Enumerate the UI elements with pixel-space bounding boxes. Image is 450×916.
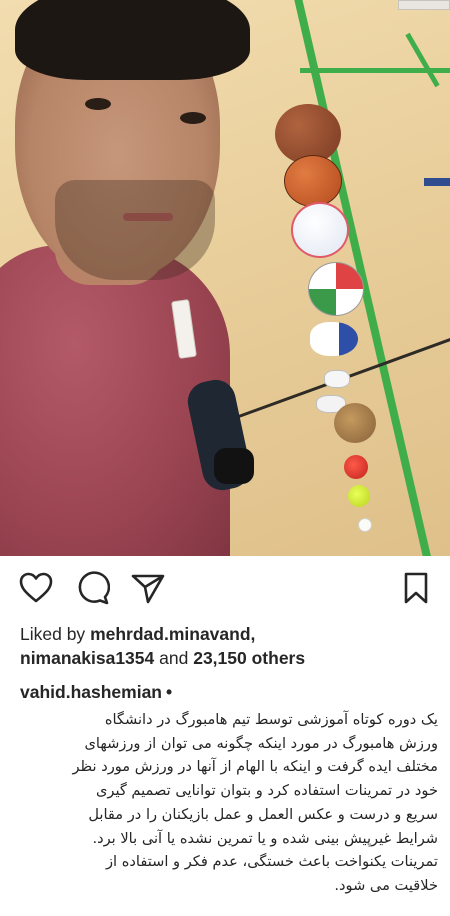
court-marker — [424, 178, 450, 186]
table-tennis-ball — [358, 518, 372, 532]
court-line — [405, 32, 440, 88]
shuttlecock — [310, 322, 358, 356]
basketball — [284, 155, 342, 207]
post-photo[interactable] — [0, 0, 450, 556]
post-action-bar — [0, 566, 450, 612]
paper-plane-icon[interactable] — [130, 570, 166, 606]
likes-summary: Liked by mehrdad.minavand, nimanakisa135… — [20, 622, 440, 670]
caption-line: خود در تمرینات استفاده کرد و بتوان توانا… — [95, 782, 438, 800]
liked-by-user-link[interactable]: nimanakisa1354 — [20, 648, 154, 668]
caption-line: شرایط غیرپیش بینی شده و یا تمرین نشده یا… — [92, 829, 438, 847]
likes-comma: , — [250, 624, 256, 644]
author-username-link[interactable]: vahid.hashemian — [20, 682, 162, 702]
heart-outline-icon[interactable] — [18, 570, 54, 606]
caption-line: تمرینات یکنواخت باعث خستگی، عدم فکر و اس… — [105, 853, 438, 871]
caption-line: یک دوره کوتاه آموزشی توسط تیم هامبورگ در… — [104, 711, 438, 728]
handball — [291, 202, 349, 258]
caption-line: سریع و درست و عکس العمل و عمل بازیکنان ر… — [88, 805, 438, 823]
author-separator: • — [166, 682, 173, 702]
floorball — [344, 455, 368, 479]
post-caption: یک دوره کوتاه آموزشی توسط تیم هامبورگ در… — [12, 708, 438, 898]
person-eye — [85, 98, 111, 110]
tennis-ball — [348, 485, 370, 507]
post-author: vahid.hashemian • — [20, 680, 440, 704]
likes-connector: and — [159, 648, 189, 668]
volleyball — [308, 262, 364, 316]
caption-line: ورزش هامبورگ در مورد اینکه چگونه می توان… — [84, 734, 439, 752]
likes-others-link[interactable]: 23,150 others — [193, 648, 305, 668]
rattan-ball — [334, 403, 376, 443]
comment-bubble-icon[interactable] — [74, 570, 110, 606]
liked-by-user-link[interactable]: mehrdad.minavand — [90, 624, 250, 644]
person-shoe — [214, 448, 254, 484]
likes-prefix: Liked by — [20, 624, 86, 644]
person-eye — [180, 112, 206, 124]
caption-line: مختلف ایده گرفت و اینکه با الهام از آنها… — [72, 758, 438, 776]
court-marker — [398, 0, 450, 10]
bookmark-icon[interactable] — [398, 570, 434, 606]
shuttlecock — [324, 370, 350, 388]
person-beard — [55, 180, 215, 280]
person-face — [15, 0, 250, 280]
caption-line: خلاقیت می شود. — [334, 876, 438, 894]
person-mouth — [123, 213, 173, 221]
person-hair — [15, 0, 250, 80]
